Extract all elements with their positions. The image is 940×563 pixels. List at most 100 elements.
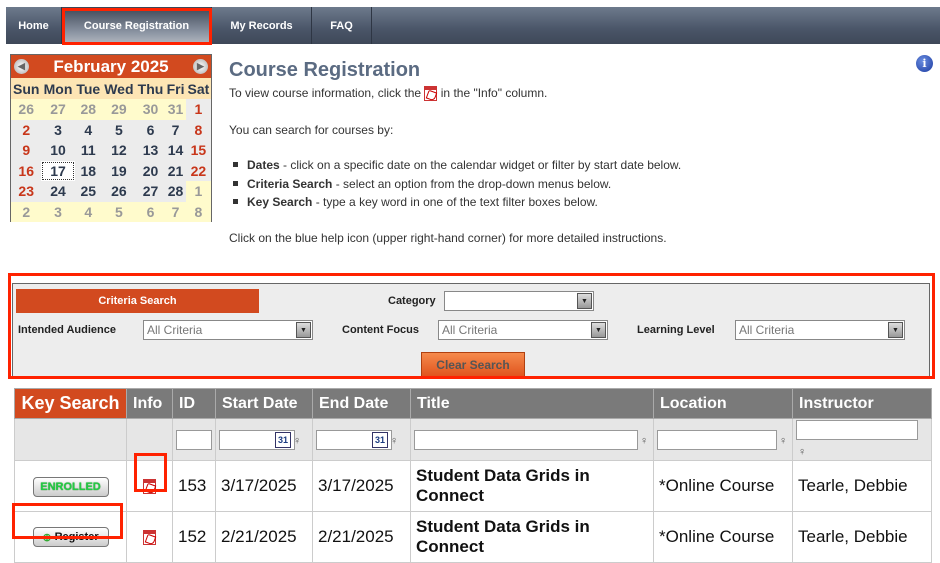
enrolled-badge: ENROLLED — [32, 476, 109, 497]
calendar-day[interactable]: 24 — [41, 181, 74, 202]
course-grid: Key Search Info ID Start Date End Date T… — [14, 388, 932, 563]
start-date: 2/21/2025 — [215, 510, 313, 563]
audience-select[interactable]: All Criteria ▼ — [143, 320, 313, 340]
header-start-date[interactable]: Start Date — [215, 388, 313, 419]
calendar-day[interactable]: 15 — [186, 140, 211, 161]
filter-icon[interactable]: ♀ — [293, 435, 301, 447]
calendar-day[interactable]: 27 — [136, 181, 166, 202]
clear-search-button[interactable]: Clear Search — [421, 352, 525, 377]
header-title[interactable]: Title — [410, 388, 654, 419]
calendar-day[interactable]: 5 — [102, 201, 136, 222]
filter-icon[interactable]: ♀ — [640, 435, 648, 447]
calendar-day[interactable]: 8 — [186, 120, 211, 141]
calendar-day[interactable]: 25 — [75, 181, 102, 202]
course-id: 152 — [172, 510, 216, 563]
location: *Online Course — [653, 459, 793, 512]
header-location[interactable]: Location — [653, 388, 793, 419]
tab-my-records[interactable]: My Records — [212, 7, 312, 44]
location-filter[interactable] — [657, 429, 777, 450]
calendar-widget: ◀ February 2025 ▶ Sun Mon Tue Wed Thu Fri Sat 2… — [10, 54, 212, 222]
calendar-day[interactable]: 21 — [165, 161, 186, 182]
title-filter[interactable] — [414, 429, 638, 450]
calendar-day[interactable]: 13 — [136, 140, 166, 161]
id-filter[interactable] — [176, 429, 212, 450]
calendar-day[interactable]: 14 — [165, 140, 186, 161]
arrow-left-icon[interactable]: ◀ — [14, 59, 29, 74]
calendar-day[interactable]: 26 — [102, 181, 136, 202]
register-button[interactable]: ⊕ Register — [32, 527, 109, 548]
calendar-day[interactable]: 11 — [75, 140, 102, 161]
arrow-right-icon[interactable]: ▶ — [192, 59, 208, 74]
level-label: Learning Level — [637, 324, 715, 336]
calendar-day[interactable]: 28 — [165, 181, 186, 202]
pdf-icon — [424, 86, 438, 102]
calendar-day[interactable]: 30 — [135, 99, 166, 120]
calendar-day[interactable]: 2 — [11, 120, 41, 141]
focus-select[interactable]: All Criteria ▼ — [438, 320, 608, 340]
filter-icon[interactable]: ♀ — [779, 435, 787, 447]
calendar-day[interactable]: 6 — [135, 201, 166, 222]
end-date: 2/21/2025 — [312, 510, 411, 563]
tab-home[interactable]: Home — [6, 7, 62, 44]
calendar-day[interactable]: 18 — [75, 161, 102, 182]
table-row: ENROLLED 153 3/17/2025 3/17/2025 Student… — [14, 459, 932, 512]
day-name: Tue — [74, 78, 102, 99]
course-title: Student Data Grids in Connect — [410, 510, 654, 563]
calendar-day[interactable]: 17 — [41, 160, 75, 181]
course-title: Student Data Grids in Connect — [410, 459, 654, 512]
tab-course-registration[interactable]: Course Registration — [62, 7, 212, 44]
help-info-icon[interactable]: i — [916, 55, 933, 72]
end-date: 3/17/2025 — [312, 459, 411, 512]
day-name: Wed — [102, 78, 136, 99]
calendar-day[interactable]: 12 — [102, 140, 136, 161]
calendar-day[interactable]: 9 — [11, 140, 41, 161]
calendar-day[interactable]: 4 — [75, 120, 102, 141]
calendar-day[interactable]: 22 — [186, 161, 211, 182]
header-id[interactable]: ID — [172, 388, 216, 419]
filter-icon[interactable]: ♀ — [798, 446, 806, 458]
header-instructor[interactable]: Instructor — [792, 388, 932, 419]
calendar-day[interactable]: 16 — [11, 161, 41, 182]
chevron-down-icon: ▼ — [591, 322, 606, 338]
calendar-day[interactable]: 1 — [185, 181, 211, 202]
level-select[interactable]: All Criteria ▼ — [735, 320, 905, 340]
chevron-down-icon: ▼ — [888, 322, 903, 338]
plus-circle-icon: ⊕ — [42, 531, 52, 544]
calendar-day[interactable]: 7 — [165, 120, 186, 141]
calendar-day[interactable]: 20 — [136, 161, 166, 182]
calendar-day[interactable]: 29 — [102, 99, 136, 120]
calendar-day[interactable]: 4 — [74, 201, 102, 222]
day-name: Thu — [135, 78, 166, 99]
calendar-day[interactable]: 5 — [102, 120, 136, 141]
calendar-day[interactable]: 28 — [74, 99, 102, 120]
calendar-day[interactable]: 19 — [102, 161, 136, 182]
page-title: Course Registration — [229, 59, 421, 81]
header-end-date[interactable]: End Date — [312, 388, 411, 419]
calendar-day[interactable]: 6 — [136, 120, 166, 141]
pdf-icon[interactable] — [143, 529, 156, 545]
calendar-day[interactable]: 2 — [11, 201, 42, 222]
category-label: Category — [388, 295, 436, 307]
filter-icon[interactable]: ♀ — [390, 435, 398, 447]
calendar-day[interactable]: 3 — [41, 120, 74, 141]
pdf-icon[interactable] — [143, 478, 156, 494]
intro-text: To view course information, click the in… — [229, 86, 548, 102]
calendar-day[interactable]: 10 — [41, 140, 74, 161]
calendar-day[interactable]: 27 — [41, 99, 75, 120]
category-select[interactable]: ▼ — [444, 291, 594, 311]
calendar-day[interactable]: 7 — [165, 201, 186, 222]
calendar-day[interactable]: 8 — [185, 201, 211, 222]
calendar-day[interactable]: 1 — [186, 99, 211, 120]
calendar-day[interactable]: 31 — [165, 99, 186, 120]
calendar-day[interactable]: 26 — [11, 99, 42, 120]
header-info[interactable]: Info — [126, 388, 173, 419]
tab-faq[interactable]: FAQ — [312, 7, 372, 44]
calendar-icon[interactable]: 31 — [275, 431, 291, 448]
header-key-search: Key Search — [14, 388, 127, 419]
calendar-day[interactable]: 3 — [41, 201, 75, 222]
calendar-day[interactable]: 23 — [11, 181, 41, 202]
day-name: Fri — [165, 78, 186, 99]
calendar-icon[interactable]: 31 — [372, 431, 388, 448]
instructor: Tearle, Debbie — [792, 459, 932, 512]
instructor-filter[interactable] — [796, 419, 918, 440]
